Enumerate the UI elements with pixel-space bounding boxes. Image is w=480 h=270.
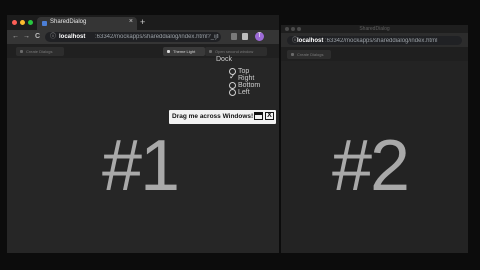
app-toolbar: Create Dialogs	[281, 47, 468, 61]
forward-icon[interactable]: →	[23, 32, 30, 41]
window-2-number: #2	[332, 126, 410, 206]
url-host: localhost	[59, 34, 86, 40]
open-second-window-button[interactable]: Open second window	[205, 47, 267, 56]
theme-light-button[interactable]: Theme Light	[163, 47, 205, 56]
back-icon[interactable]: ←	[12, 32, 19, 41]
tab-title: SharedDialog	[50, 19, 87, 25]
maximize-icon[interactable]	[254, 112, 263, 120]
puzzle-icon[interactable]	[242, 33, 248, 40]
close-window-icon[interactable]	[12, 20, 17, 25]
extension-icon[interactable]	[231, 33, 237, 40]
app-toolbar: Create Dialogs Theme Light Open second w…	[7, 44, 279, 58]
dock-option-label: Right	[238, 75, 255, 82]
tab-bar: SharedDialog × +	[7, 15, 279, 30]
address-bar-row: ⓘ localhost :63342/mockapps/shareddialog…	[281, 33, 468, 47]
url-path: :63342/mockapps/shareddialog/index.html	[325, 38, 438, 44]
check-icon[interactable]: ✓	[229, 73, 236, 81]
url-path: :63342/mockapps/shareddialog/index.html?…	[95, 34, 219, 40]
radio-circle-icon[interactable]	[229, 89, 236, 96]
tab-close-icon[interactable]: ×	[129, 18, 133, 25]
avatar[interactable]: T	[255, 32, 264, 41]
info-icon[interactable]: ⓘ	[50, 34, 56, 40]
dialog-title: Drag me across Windows!	[172, 113, 254, 120]
maximize-window-icon[interactable]	[28, 20, 33, 25]
dock-option-label: Top	[238, 68, 250, 75]
tab-shareddialog[interactable]: SharedDialog ×	[37, 17, 137, 30]
create-dialogs-button[interactable]: Create Dialogs	[287, 50, 331, 59]
new-tab-button[interactable]: +	[140, 17, 145, 27]
window-1-number: #1	[102, 126, 180, 206]
window-2-titlebar: SharedDialog	[281, 25, 468, 33]
shared-dialog[interactable]: Drag me across Windows! X	[169, 110, 276, 124]
favicon-icon	[42, 21, 47, 26]
address-bar-row: ← → C ⓘ localhost :63342/mockapps/shared…	[7, 30, 279, 44]
url-host: localhost	[297, 38, 324, 44]
dock-option-label: Left	[238, 89, 250, 96]
create-dialogs-button[interactable]: Create Dialogs	[16, 47, 64, 56]
address-bar[interactable]: ⓘ localhost :63342/mockapps/shareddialog…	[287, 36, 462, 45]
address-bar[interactable]: ⓘ localhost :63342/mockapps/shareddialog…	[45, 32, 221, 42]
radio-circle-icon[interactable]	[229, 82, 236, 89]
dock-option-label: Bottom	[238, 82, 261, 89]
dock-label: Dock	[216, 56, 232, 63]
close-icon[interactable]: X	[265, 112, 274, 120]
minimize-window-icon[interactable]	[20, 20, 25, 25]
reload-icon[interactable]: C	[35, 32, 40, 41]
window-2-title: SharedDialog	[359, 26, 390, 32]
